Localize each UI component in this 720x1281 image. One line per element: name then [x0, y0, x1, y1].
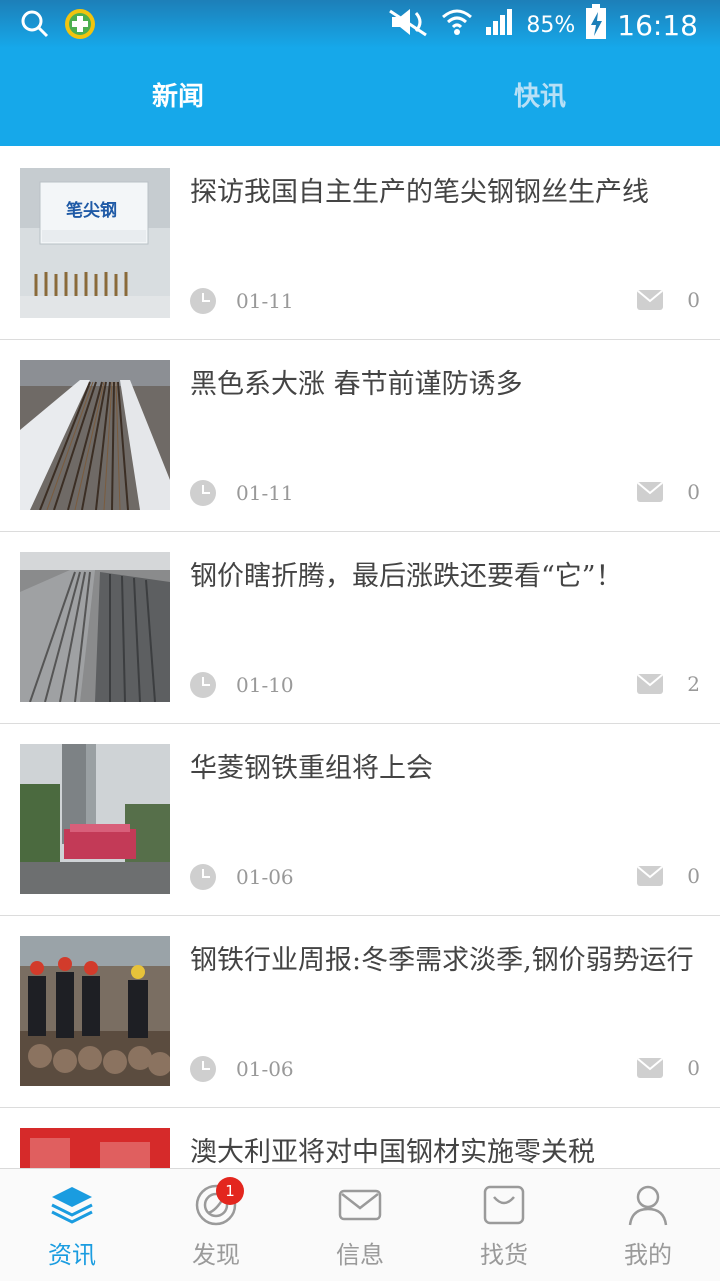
news-thumbnail	[20, 744, 170, 894]
comment-count: 0	[687, 1056, 700, 1080]
tab-messages[interactable]: 信息	[288, 1169, 432, 1281]
news-item[interactable]: 笔尖钢 探访我国自主生产的笔尖钢钢丝生产线 01-11 0	[0, 148, 720, 340]
news-date: 01-06	[236, 865, 294, 889]
tab-find-goods[interactable]: 找货	[432, 1169, 576, 1281]
news-title: 探访我国自主生产的笔尖钢钢丝生产线	[190, 177, 649, 208]
news-item[interactable]: 钢价瞎折腾，最后涨跌还要看“它”！ 01-10 2	[0, 532, 720, 724]
tab-mine[interactable]: 我的	[576, 1169, 720, 1281]
tab-info[interactable]: 资讯	[0, 1169, 144, 1281]
comment-count: 0	[687, 480, 700, 504]
tab-label: 发现	[192, 1241, 240, 1269]
top-tab-bar: 新闻 快讯	[0, 48, 720, 146]
comment-envelope-icon	[637, 866, 664, 886]
comment-envelope-icon	[637, 674, 664, 694]
news-thumbnail	[20, 1128, 170, 1168]
clock-icon	[190, 672, 216, 698]
tab-flash[interactable]: 快讯	[514, 76, 566, 113]
bag-icon	[482, 1183, 526, 1227]
bottom-tab-bar: 资讯 1 发现 信息 找货 我的	[0, 1168, 720, 1281]
tab-news[interactable]: 新闻	[152, 76, 204, 113]
comment-count: 0	[687, 288, 700, 312]
clock-time: 16:18	[617, 8, 698, 42]
tab-label: 找货	[480, 1241, 528, 1269]
search-icon	[20, 9, 50, 43]
news-item[interactable]: 黑色系大涨 春节前谨防诱多 01-11 0	[0, 340, 720, 532]
tab-label: 信息	[336, 1241, 384, 1269]
news-title: 黑色系大涨 春节前谨防诱多	[190, 369, 523, 400]
status-bar: 85% 16:18	[0, 0, 720, 48]
tab-discover[interactable]: 1 发现	[144, 1169, 288, 1281]
signal-icon	[484, 7, 516, 43]
clock-icon	[190, 864, 216, 890]
clock-icon	[190, 1056, 216, 1082]
news-item[interactable]: 澳大利亚将对中国钢材实施零关税	[0, 1108, 720, 1168]
app-plus-icon	[64, 8, 96, 44]
clock-icon	[190, 480, 216, 506]
news-item[interactable]: 钢铁行业周报:冬季需求淡季,钢价弱势运行 01-06 0	[0, 916, 720, 1108]
news-date: 01-06	[236, 1057, 294, 1081]
news-title: 钢铁行业周报:冬季需求淡季,钢价弱势运行	[190, 945, 694, 976]
news-title: 华菱钢铁重组将上会	[190, 753, 433, 784]
news-title: 钢价瞎折腾，最后涨跌还要看“它”！	[190, 561, 623, 592]
comment-envelope-icon	[637, 290, 664, 310]
news-date: 01-11	[236, 289, 294, 313]
news-date: 01-10	[236, 673, 294, 697]
news-title: 澳大利亚将对中国钢材实施零关税	[190, 1137, 595, 1168]
comment-envelope-icon	[637, 482, 664, 502]
news-thumbnail: 笔尖钢	[20, 168, 170, 318]
tab-label: 我的	[624, 1241, 672, 1269]
comment-count: 2	[687, 672, 700, 696]
battery-icon	[585, 4, 607, 46]
news-thumbnail	[20, 552, 170, 702]
mute-icon	[386, 7, 430, 43]
wifi-icon	[440, 5, 474, 45]
mail-icon	[338, 1183, 382, 1227]
tab-label: 资讯	[48, 1241, 96, 1269]
news-list: 笔尖钢 探访我国自主生产的笔尖钢钢丝生产线 01-11 0 黑色系大涨 春节前谨…	[0, 148, 720, 1168]
layers-icon	[50, 1183, 94, 1227]
battery-text: 85%	[526, 12, 576, 38]
thumb-label: 笔尖钢	[66, 201, 117, 221]
user-icon	[626, 1183, 670, 1227]
comment-count: 0	[687, 864, 700, 888]
notification-badge: 1	[216, 1177, 244, 1205]
news-thumbnail	[20, 360, 170, 510]
news-thumbnail	[20, 936, 170, 1086]
comment-envelope-icon	[637, 1058, 664, 1078]
clock-icon	[190, 288, 216, 314]
news-item[interactable]: 华菱钢铁重组将上会 01-06 0	[0, 724, 720, 916]
news-date: 01-11	[236, 481, 294, 505]
